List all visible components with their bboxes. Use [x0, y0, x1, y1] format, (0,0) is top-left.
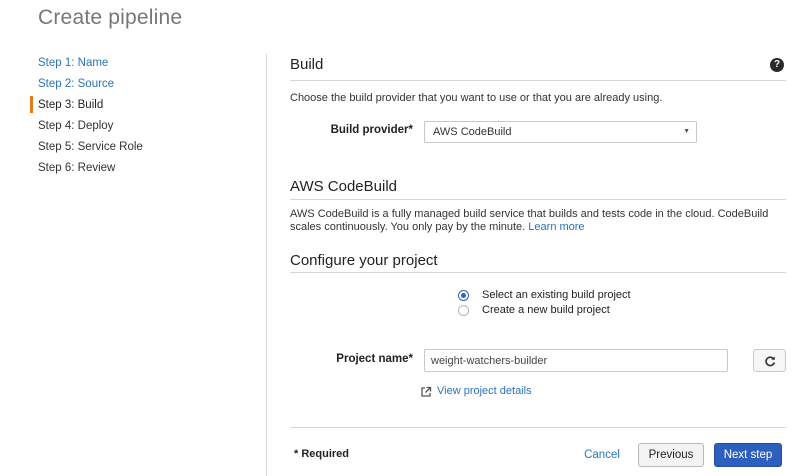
build-title: Build: [290, 56, 324, 73]
view-project-details-link[interactable]: View project details: [437, 385, 532, 398]
radio-existing-label: Select an existing build project: [482, 289, 631, 301]
build-divider: [290, 80, 786, 81]
radio-new-label: Create a new build project: [482, 304, 610, 316]
radio-new-project[interactable]: Create a new build project: [458, 304, 610, 316]
cancel-button[interactable]: Cancel: [577, 443, 627, 467]
sidebar-divider: [266, 54, 267, 476]
step-source[interactable]: Step 2: Source: [38, 77, 248, 98]
external-link-icon: [421, 386, 432, 397]
codebuild-title: AWS CodeBuild: [290, 178, 397, 195]
radio-existing-project[interactable]: Select an existing build project: [458, 289, 631, 301]
previous-button[interactable]: Previous: [638, 443, 704, 467]
page-title: Create pipeline: [38, 6, 183, 29]
step-deploy: Step 4: Deploy: [38, 120, 114, 132]
project-name-field[interactable]: weight-watchers-builder: [424, 349, 728, 372]
radio-button[interactable]: [458, 304, 469, 316]
help-icon[interactable]: ?: [770, 58, 784, 72]
step-service-role: Step 5: Service Role: [38, 141, 143, 153]
refresh-button[interactable]: [753, 349, 786, 372]
codebuild-divider: [290, 199, 786, 200]
wizard-steps: Step 1: Name Step 2: Source Step 3: Buil…: [30, 56, 248, 182]
radio-button-selected[interactable]: [458, 289, 469, 301]
step-name[interactable]: Step 1: Name: [38, 56, 248, 77]
project-name-label: Project name*: [336, 353, 413, 365]
next-step-button[interactable]: Next step: [714, 443, 782, 467]
footer-divider: [290, 427, 786, 428]
required-note: * Required: [294, 448, 350, 460]
step-build: Step 3: Build: [30, 96, 248, 119]
chevron-down-icon: ▼: [683, 128, 690, 135]
view-project-details[interactable]: View project details: [420, 385, 532, 398]
step-review: Step 6: Review: [38, 162, 116, 174]
build-provider-value: AWS CodeBuild: [433, 126, 512, 138]
refresh-icon: [764, 355, 775, 366]
configure-title: Configure your project: [290, 252, 438, 269]
build-description: Choose the build provider that you want …: [290, 92, 663, 104]
build-provider-label: Build provider*: [330, 124, 413, 136]
configure-divider: [290, 272, 786, 273]
codebuild-description: AWS CodeBuild is a fully managed build s…: [290, 208, 786, 234]
build-provider-select[interactable]: AWS CodeBuild ▼: [424, 121, 697, 143]
learn-more-link[interactable]: Learn more: [528, 221, 584, 233]
